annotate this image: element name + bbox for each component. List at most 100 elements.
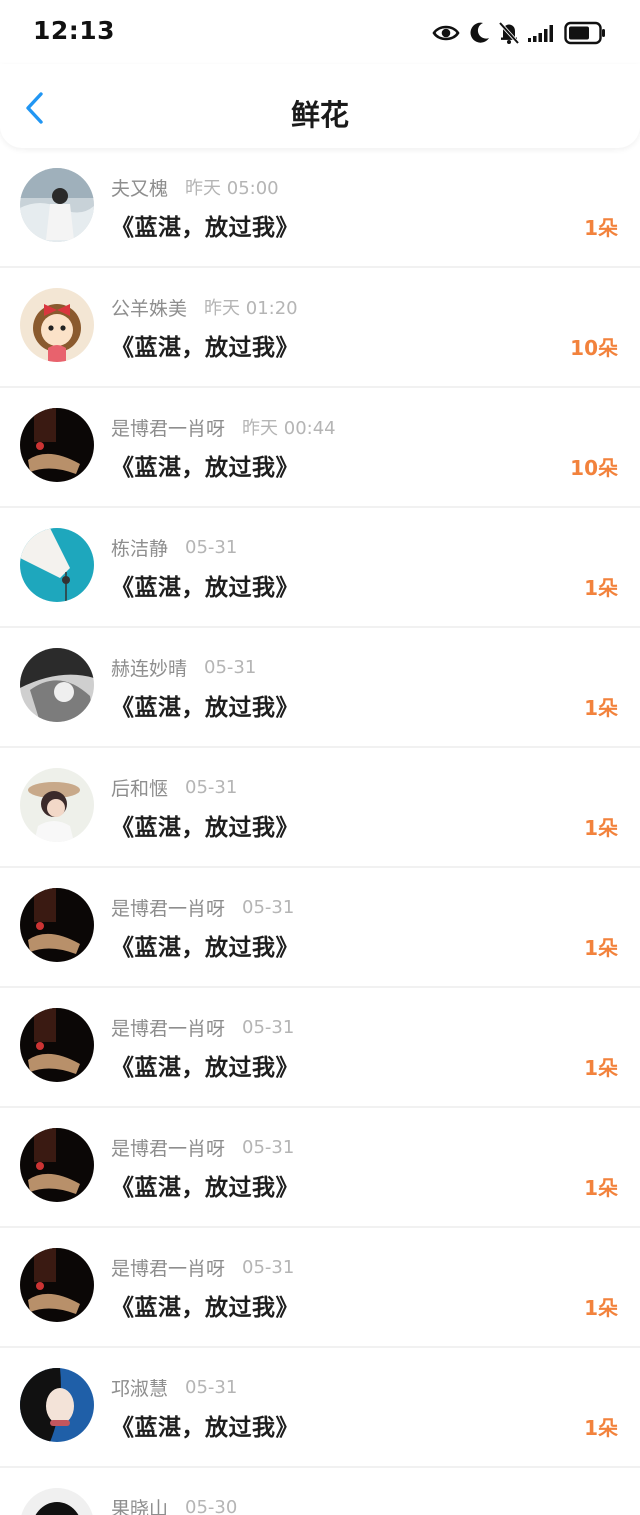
item-meta: 赫连妙晴 05-31: [111, 654, 256, 680]
time-label: 昨天 05:00: [185, 178, 279, 199]
page-title: 鲜花: [290, 98, 349, 132]
time-label: 05-31: [204, 656, 257, 678]
list-item[interactable]: 栋洁静 05-31 《蓝湛，放过我》 1朵: [0, 508, 640, 628]
avatar[interactable]: [20, 1368, 94, 1442]
user-name[interactable]: 后和惬: [111, 774, 168, 801]
flower-count: 10朵: [570, 336, 618, 360]
item-meta: 是博君一肖呀 昨天 00:44: [111, 414, 336, 440]
avatar[interactable]: [20, 888, 94, 962]
blue-portrait-image: [20, 1368, 94, 1442]
list-item[interactable]: 邛淑慧 05-31 《蓝湛，放过我》 1朵: [0, 1348, 640, 1468]
flower-count: 1朵: [584, 576, 618, 600]
user-name[interactable]: 公羊姝美: [111, 294, 187, 321]
user-name[interactable]: 是博君一肖呀: [111, 1134, 225, 1161]
flower-count: 1朵: [584, 1176, 618, 1200]
item-meta: 栋洁静 05-31: [111, 534, 237, 560]
item-meta: 是博君一肖呀 05-31: [111, 1254, 294, 1280]
time-label: 昨天 00:44: [242, 418, 336, 439]
list-item[interactable]: 夫又槐 昨天 05:00 《蓝湛，放过我》 1朵: [0, 148, 640, 268]
avatar[interactable]: [20, 1008, 94, 1082]
penguin-image: [20, 1488, 94, 1515]
user-name[interactable]: 是博君一肖呀: [111, 414, 225, 441]
mono-portrait-image: [20, 648, 94, 722]
list-item[interactable]: 是博君一肖呀 昨天 00:44 《蓝湛，放过我》 10朵: [0, 388, 640, 508]
list-item[interactable]: 是博君一肖呀 05-31 《蓝湛，放过我》 1朵: [0, 1108, 640, 1228]
user-name[interactable]: 赫连妙晴: [111, 654, 187, 681]
work-title: 《蓝湛，放过我》: [111, 1055, 299, 1081]
item-meta: 果晓山 05-30: [111, 1494, 237, 1515]
user-name[interactable]: 邛淑慧: [111, 1374, 168, 1401]
avatar[interactable]: [20, 1488, 94, 1515]
time-label: 05-31: [242, 896, 295, 918]
work-title: 《蓝湛，放过我》: [111, 935, 299, 961]
item-meta: 是博君一肖呀 05-31: [111, 894, 294, 920]
flower-count: 1朵: [584, 936, 618, 960]
user-name[interactable]: 是博君一肖呀: [111, 1254, 225, 1281]
cartoon-girl-image: [20, 288, 94, 362]
time-label: 05-31: [185, 536, 238, 558]
avatar[interactable]: [20, 528, 94, 602]
avatar[interactable]: [20, 168, 94, 242]
flower-count: 1朵: [584, 1056, 618, 1080]
list-item[interactable]: 公羊姝美 昨天 01:20 《蓝湛，放过我》 10朵: [0, 268, 640, 388]
user-name[interactable]: 夫又槐: [111, 174, 168, 201]
item-meta: 夫又槐 昨天 05:00: [111, 174, 279, 200]
misty-girl-image: [20, 168, 94, 242]
work-title: 《蓝湛，放过我》: [111, 215, 299, 241]
status-time: 12:13: [33, 16, 116, 45]
eye-icon: [432, 22, 460, 44]
list-item[interactable]: 后和惬 05-31 《蓝湛，放过我》 1朵: [0, 748, 640, 868]
status-bar: 12:13: [0, 0, 640, 64]
time-label: 05-30: [185, 1496, 238, 1515]
list-item[interactable]: 是博君一肖呀 05-31 《蓝湛，放过我》 1朵: [0, 988, 640, 1108]
avatar[interactable]: [20, 1128, 94, 1202]
nav-bar: 鲜花: [0, 64, 640, 148]
item-meta: 公羊姝美 昨天 01:20: [111, 294, 298, 320]
dark-scene-image: [20, 408, 94, 482]
flower-count: 10朵: [570, 456, 618, 480]
avatar[interactable]: [20, 408, 94, 482]
dark-scene-image: [20, 1248, 94, 1322]
avatar[interactable]: [20, 648, 94, 722]
user-name[interactable]: 是博君一肖呀: [111, 1014, 225, 1041]
flower-count: 1朵: [584, 216, 618, 240]
work-title: 《蓝湛，放过我》: [111, 335, 299, 361]
dark-scene-image: [20, 1008, 94, 1082]
time-label: 05-31: [242, 1016, 295, 1038]
user-name[interactable]: 栋洁静: [111, 534, 168, 561]
item-meta: 是博君一肖呀 05-31: [111, 1134, 294, 1160]
time-label: 05-31: [185, 1376, 238, 1398]
flower-list: 夫又槐 昨天 05:00 《蓝湛，放过我》 1朵 公羊姝美 昨天 01:20 《…: [0, 148, 640, 1515]
work-title: 《蓝湛，放过我》: [111, 695, 299, 721]
list-item[interactable]: 赫连妙晴 05-31 《蓝湛，放过我》 1朵: [0, 628, 640, 748]
flower-count: 1朵: [584, 816, 618, 840]
dark-scene-image: [20, 888, 94, 962]
dark-scene-image: [20, 1128, 94, 1202]
status-icons: [432, 18, 606, 48]
work-title: 《蓝湛，放过我》: [111, 1175, 299, 1201]
flower-count: 1朵: [584, 696, 618, 720]
flower-count: 1朵: [584, 1416, 618, 1440]
user-name[interactable]: 是博君一肖呀: [111, 894, 225, 921]
work-title: 《蓝湛，放过我》: [111, 1295, 299, 1321]
avatar[interactable]: [20, 768, 94, 842]
battery-icon: [564, 21, 606, 45]
avatar[interactable]: [20, 1248, 94, 1322]
item-meta: 是博君一肖呀 05-31: [111, 1014, 294, 1040]
time-label: 05-31: [242, 1136, 295, 1158]
work-title: 《蓝湛，放过我》: [111, 455, 299, 481]
avatar[interactable]: [20, 288, 94, 362]
work-title: 《蓝湛，放过我》: [111, 575, 299, 601]
item-meta: 邛淑慧 05-31: [111, 1374, 237, 1400]
list-item[interactable]: 是博君一肖呀 05-31 《蓝湛，放过我》 1朵: [0, 1228, 640, 1348]
user-name[interactable]: 果晓山: [111, 1494, 168, 1515]
flower-count: 1朵: [584, 1296, 618, 1320]
bell-off-icon: [498, 21, 520, 45]
signal-icon: [528, 22, 556, 44]
list-item[interactable]: 果晓山 05-30: [0, 1468, 640, 1515]
moon-icon: [468, 21, 490, 45]
time-label: 05-31: [242, 1256, 295, 1278]
list-item[interactable]: 是博君一肖呀 05-31 《蓝湛，放过我》 1朵: [0, 868, 640, 988]
work-title: 《蓝湛，放过我》: [111, 815, 299, 841]
hat-girl-image: [20, 768, 94, 842]
